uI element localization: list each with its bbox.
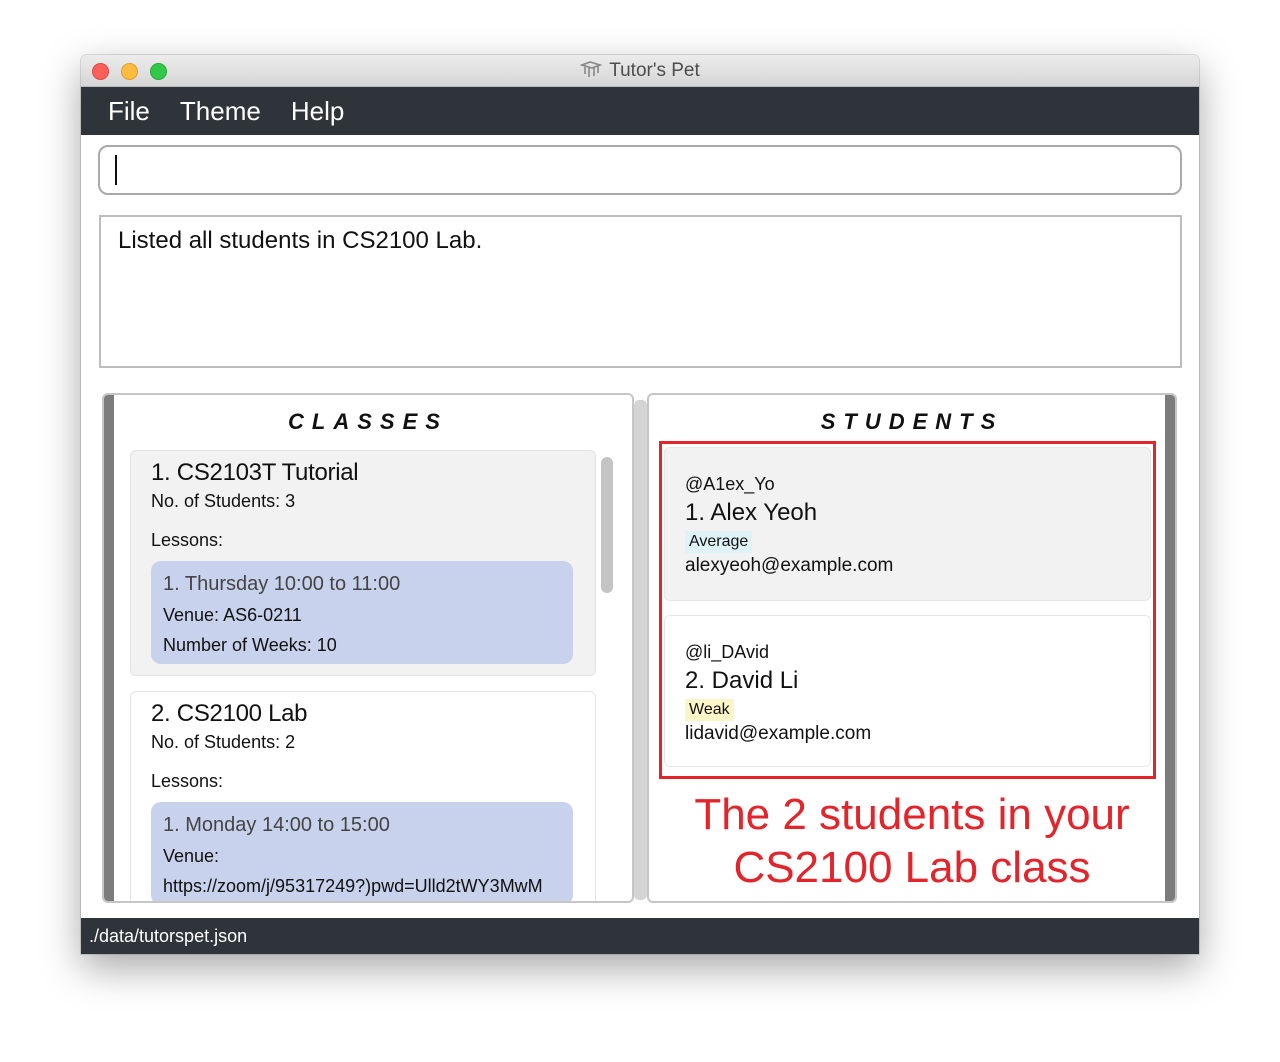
classes-heading: CLASSES	[288, 409, 448, 434]
scrollbar-thumb[interactable]	[601, 457, 613, 593]
class-name: 1. CS2103T Tutorial	[151, 459, 359, 486]
menu-theme[interactable]: Theme	[180, 96, 261, 127]
class-student-count: No. of Students: 2	[151, 732, 296, 752]
lessons-label: Lessons:	[151, 771, 224, 791]
annotation-caption: The 2 students in your CS2100 Lab class	[659, 788, 1165, 894]
lessons-label: Lessons:	[151, 530, 224, 550]
annotation-line-2: CS2100 Lab class	[733, 843, 1091, 892]
lesson-card[interactable]: 1. Thursday 10:00 to 11:00 Venue: AS6-02…	[151, 561, 573, 664]
student-list-panel: STUDENTS @A1ex_Yo 1. Alex Yeoh Average a…	[647, 393, 1177, 903]
class-list-panel: CLASSES 1. CS2103T Tutorial No. of Stude…	[102, 393, 634, 903]
menu-help[interactable]: Help	[291, 96, 344, 127]
lesson-venue-url: https://zoom/j/95317249?)pwd=Ulld2tWY3Mw…	[163, 876, 543, 896]
status-bar: ./data/tutorspet.json	[81, 918, 1199, 954]
lesson-time: 1. Monday 14:00 to 15:00	[163, 814, 390, 836]
annotation-highlight-box	[659, 441, 1156, 779]
lesson-venue: Venue: AS6-0211	[163, 605, 302, 625]
app-logo-icon	[580, 61, 603, 81]
class-card[interactable]: 2. CS2100 Lab No. of Students: 2 Lessons…	[130, 691, 596, 901]
panel-left-border	[104, 395, 114, 901]
data-file-path: ./data/tutorspet.json	[89, 926, 248, 946]
lesson-weeks: Number of Weeks: 10	[163, 635, 337, 655]
lesson-card[interactable]: 1. Monday 14:00 to 15:00 Venue: https://…	[151, 802, 573, 901]
result-text: Listed all students in CS2100 Lab.	[118, 227, 483, 254]
lesson-time: 1. Thursday 10:00 to 11:00	[163, 573, 401, 595]
lesson-venue: Venue:	[163, 846, 220, 866]
menu-file[interactable]: File	[108, 96, 150, 127]
class-student-count: No. of Students: 3	[151, 491, 296, 511]
result-display: Listed all students in CS2100 Lab.	[99, 215, 1182, 368]
students-heading: STUDENTS	[820, 409, 1004, 434]
annotation-line-1: The 2 students in your	[694, 790, 1130, 839]
window-title: Tutor's Pet	[609, 60, 700, 81]
command-input[interactable]	[98, 145, 1182, 195]
split-pane-divider[interactable]	[634, 400, 647, 900]
menu-bar: File Theme Help	[81, 87, 1199, 135]
window-title-container: Tutor's Pet	[81, 55, 1199, 87]
class-name: 2. CS2100 Lab	[151, 700, 308, 727]
title-bar: Tutor's Pet	[81, 55, 1199, 87]
panel-right-border	[1165, 395, 1175, 901]
app-window: Tutor's Pet File Theme Help Listed all s…	[81, 55, 1199, 954]
text-caret	[115, 155, 117, 185]
class-card[interactable]: 1. CS2103T Tutorial No. of Students: 3 L…	[130, 450, 596, 676]
